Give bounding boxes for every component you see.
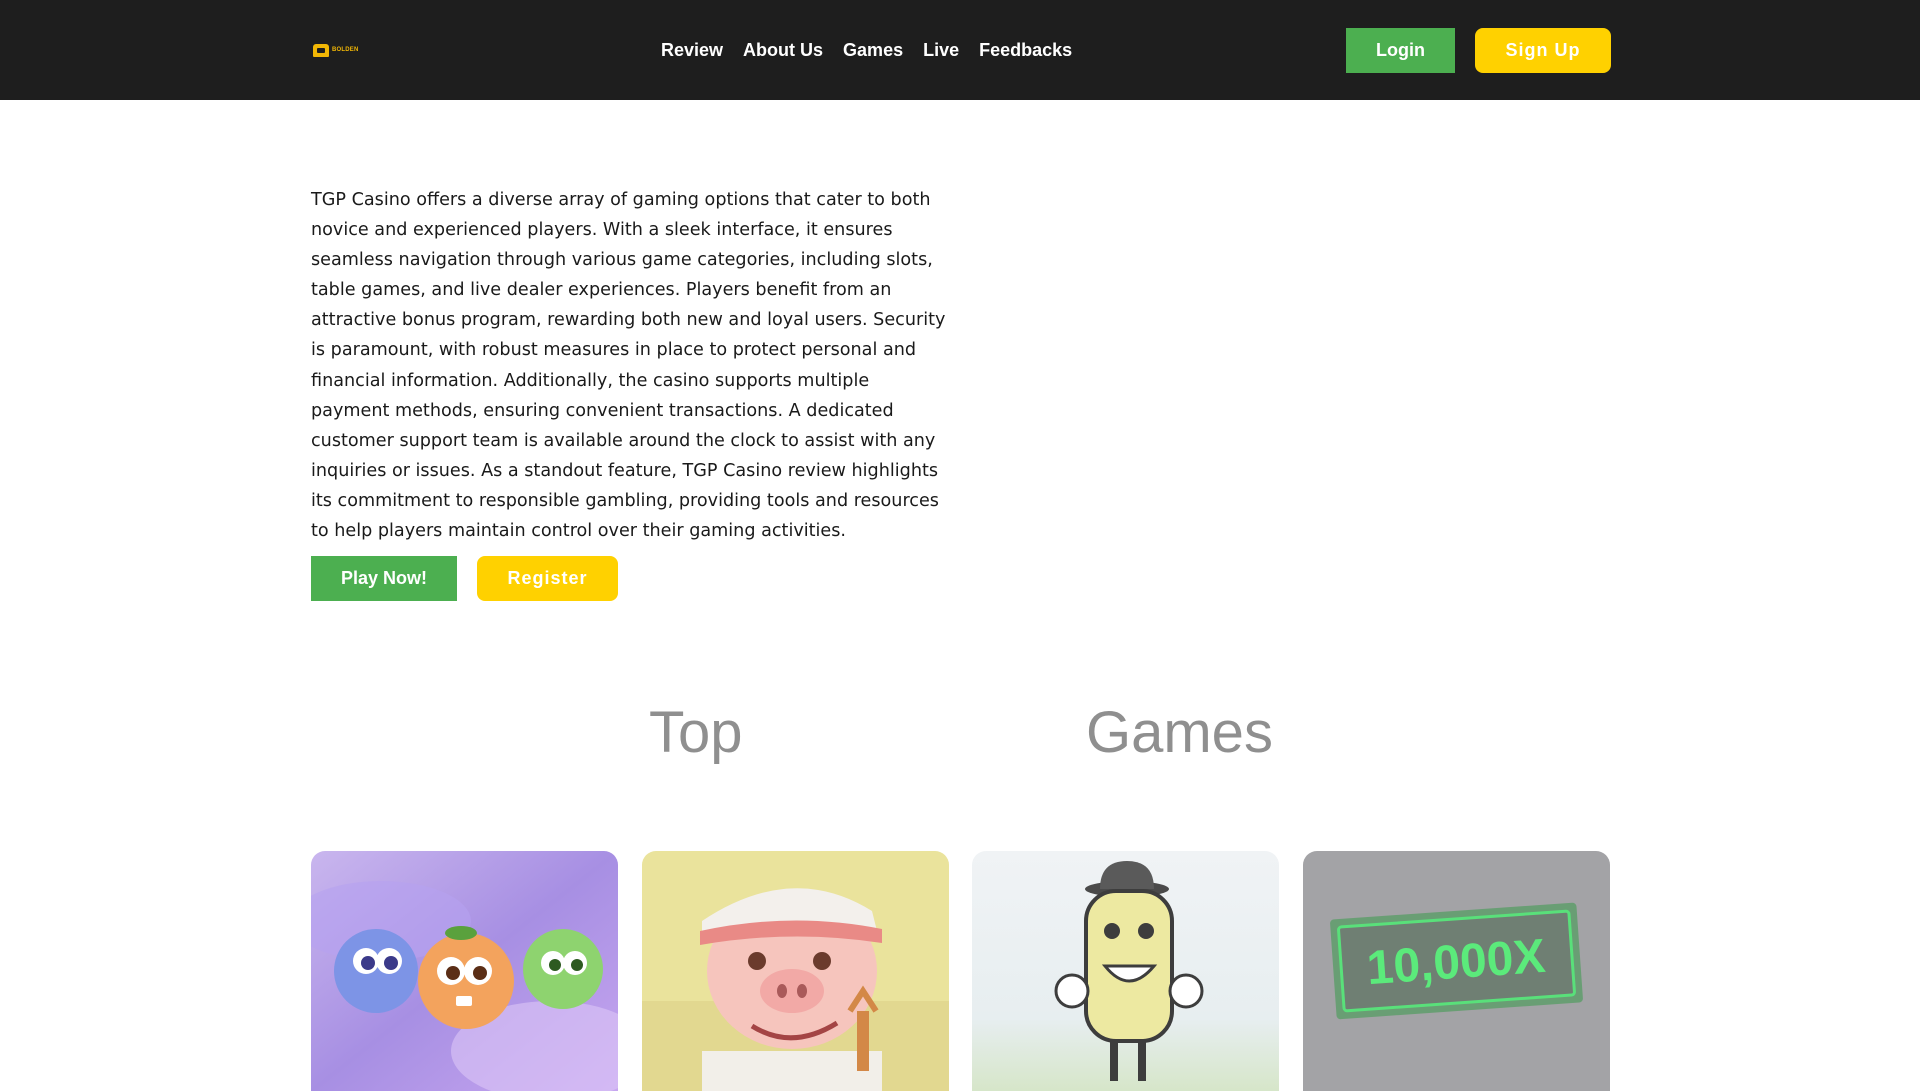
- nav-about-us[interactable]: About Us: [743, 38, 823, 62]
- login-button[interactable]: Login: [1346, 28, 1455, 73]
- sign-up-button[interactable]: Sign Up: [1475, 28, 1611, 73]
- nav-review[interactable]: Review: [661, 38, 723, 62]
- nav-feedbacks[interactable]: Feedbacks: [979, 38, 1072, 62]
- top-games-heading-left: Top: [649, 700, 743, 765]
- main-nav: Review About Us Games Live Feedbacks: [661, 38, 1072, 62]
- game-card-bowler-hat-character[interactable]: [972, 851, 1279, 1091]
- nav-live[interactable]: Live: [923, 38, 959, 62]
- multiplier-thumbnail: 10,000X: [1303, 851, 1610, 1091]
- play-now-button[interactable]: Play Now!: [311, 556, 457, 601]
- logo-icon: [313, 43, 329, 57]
- logo-text: BOLDEN: [332, 47, 359, 53]
- fruit-characters-thumbnail: [311, 851, 618, 1091]
- game-card-pig-slingshot[interactable]: [642, 851, 949, 1091]
- top-navigation-bar: BOLDEN Review About Us Games Live Feedba…: [0, 0, 1920, 100]
- bowler-hat-character-thumbnail: [972, 851, 1279, 1091]
- game-card-fruit-characters[interactable]: [311, 851, 618, 1091]
- game-card-multiplier[interactable]: 10,000X: [1303, 851, 1610, 1091]
- intro-paragraph: TGP Casino offers a diverse array of gam…: [311, 190, 946, 542]
- top-games-heading-right: Games: [1086, 700, 1273, 765]
- nav-games[interactable]: Games: [843, 38, 903, 62]
- pig-slingshot-thumbnail: [642, 851, 949, 1091]
- register-button[interactable]: Register: [477, 556, 618, 601]
- site-logo[interactable]: BOLDEN: [313, 40, 367, 60]
